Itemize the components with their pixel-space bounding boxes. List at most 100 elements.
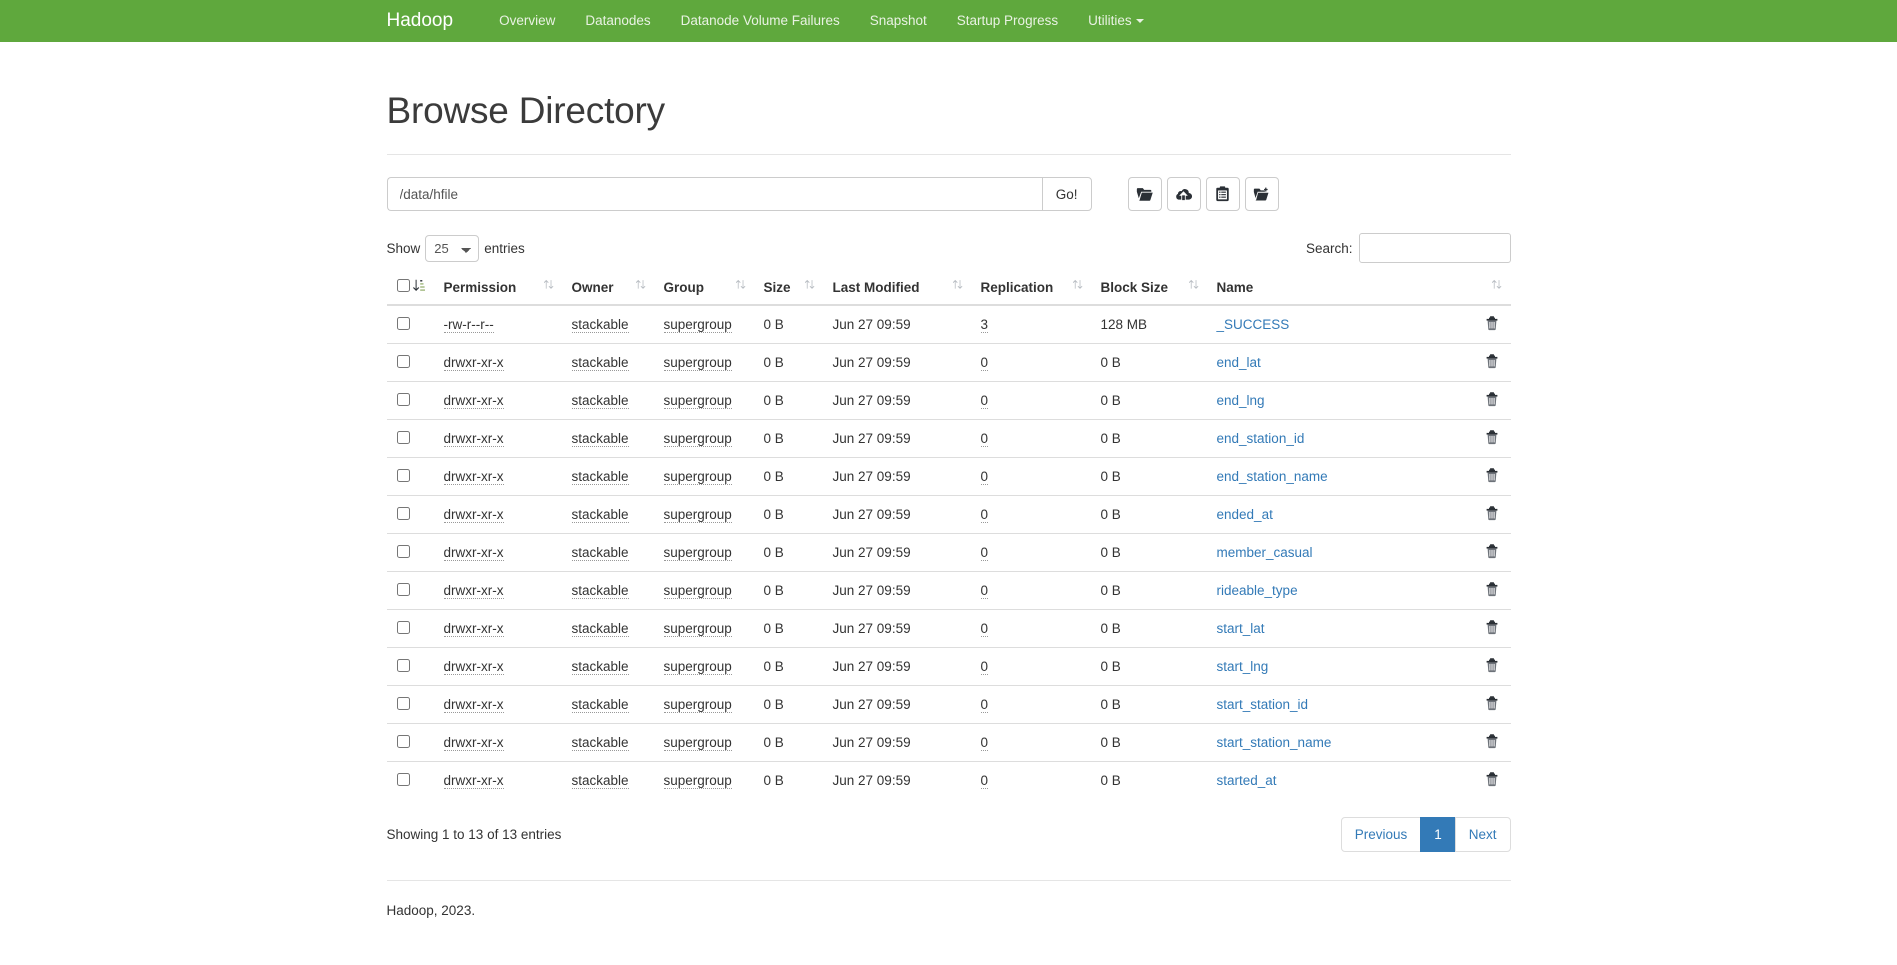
replication-value[interactable]: 0	[981, 431, 989, 447]
nav-item-startup-progress[interactable]: Startup Progress	[942, 0, 1073, 42]
replication-value[interactable]: 0	[981, 583, 989, 599]
permission-value[interactable]: drwxr-xr-x	[444, 431, 504, 447]
group-value[interactable]: supergroup	[664, 393, 732, 409]
column-header-block-size[interactable]: Block Size	[1092, 271, 1208, 305]
delete-row-button[interactable]	[1485, 771, 1499, 790]
replication-value[interactable]: 0	[981, 355, 989, 371]
replication-value[interactable]: 0	[981, 735, 989, 751]
replication-value[interactable]: 0	[981, 697, 989, 713]
owner-value[interactable]: stackable	[572, 545, 629, 561]
row-select-checkbox[interactable]	[397, 507, 410, 520]
delete-row-button[interactable]	[1485, 657, 1499, 676]
nav-item-datanodes[interactable]: Datanodes	[570, 0, 665, 42]
column-header-owner[interactable]: Owner	[563, 271, 655, 305]
file-name-link[interactable]: start_lng	[1217, 659, 1269, 674]
page-length-select[interactable]: 102550100	[425, 235, 479, 262]
pagination-next-button[interactable]: Next	[1455, 817, 1511, 852]
column-header-size[interactable]: Size	[755, 271, 824, 305]
group-value[interactable]: supergroup	[664, 545, 732, 561]
permission-value[interactable]: drwxr-xr-x	[444, 773, 504, 789]
row-select-checkbox[interactable]	[397, 621, 410, 634]
column-header-permission[interactable]: Permission	[435, 271, 563, 305]
file-name-link[interactable]: end_station_name	[1217, 469, 1328, 484]
row-select-checkbox[interactable]	[397, 697, 410, 710]
owner-value[interactable]: stackable	[572, 735, 629, 751]
group-value[interactable]: supergroup	[664, 355, 732, 371]
column-header-sort-all[interactable]	[413, 271, 435, 305]
file-name-link[interactable]: end_lng	[1217, 393, 1265, 408]
pagination-previous-button[interactable]: Previous	[1341, 817, 1422, 852]
create-directory-button[interactable]	[1128, 177, 1162, 211]
group-value[interactable]: supergroup	[664, 773, 732, 789]
delete-row-button[interactable]	[1485, 391, 1499, 410]
file-name-link[interactable]: rideable_type	[1217, 583, 1298, 598]
replication-value[interactable]: 0	[981, 545, 989, 561]
owner-value[interactable]: stackable	[572, 355, 629, 371]
permission-value[interactable]: drwxr-xr-x	[444, 393, 504, 409]
delete-row-button[interactable]	[1485, 619, 1499, 638]
group-value[interactable]: supergroup	[664, 697, 732, 713]
file-name-link[interactable]: end_station_id	[1217, 431, 1305, 446]
row-select-checkbox[interactable]	[397, 317, 410, 330]
upload-files-button[interactable]	[1167, 177, 1201, 211]
paste-button[interactable]	[1245, 177, 1279, 211]
permission-value[interactable]: drwxr-xr-x	[444, 545, 504, 561]
file-name-link[interactable]: start_station_name	[1217, 735, 1332, 750]
replication-value[interactable]: 0	[981, 773, 989, 789]
owner-value[interactable]: stackable	[572, 507, 629, 523]
file-name-link[interactable]: start_station_id	[1217, 697, 1309, 712]
permission-value[interactable]: drwxr-xr-x	[444, 621, 504, 637]
replication-value[interactable]: 0	[981, 393, 989, 409]
group-value[interactable]: supergroup	[664, 431, 732, 447]
delete-row-button[interactable]	[1485, 315, 1499, 334]
group-value[interactable]: supergroup	[664, 469, 732, 485]
owner-value[interactable]: stackable	[572, 583, 629, 599]
delete-row-button[interactable]	[1485, 429, 1499, 448]
permission-value[interactable]: drwxr-xr-x	[444, 659, 504, 675]
row-select-checkbox[interactable]	[397, 431, 410, 444]
select-all-checkbox[interactable]	[397, 279, 410, 292]
column-header-name[interactable]: Name	[1208, 271, 1511, 305]
cut-button[interactable]	[1206, 177, 1240, 211]
pagination-page-1-button[interactable]: 1	[1420, 817, 1456, 852]
permission-value[interactable]: drwxr-xr-x	[444, 697, 504, 713]
replication-value[interactable]: 0	[981, 659, 989, 675]
permission-value[interactable]: drwxr-xr-x	[444, 469, 504, 485]
delete-row-button[interactable]	[1485, 543, 1499, 562]
owner-value[interactable]: stackable	[572, 317, 629, 333]
delete-row-button[interactable]	[1485, 695, 1499, 714]
replication-value[interactable]: 3	[981, 317, 989, 333]
delete-row-button[interactable]	[1485, 581, 1499, 600]
owner-value[interactable]: stackable	[572, 773, 629, 789]
permission-value[interactable]: -rw-r--r--	[444, 317, 494, 333]
nav-item-snapshot[interactable]: Snapshot	[855, 0, 942, 42]
owner-value[interactable]: stackable	[572, 697, 629, 713]
group-value[interactable]: supergroup	[664, 735, 732, 751]
file-name-link[interactable]: member_casual	[1217, 545, 1313, 560]
row-select-checkbox[interactable]	[397, 355, 410, 368]
owner-value[interactable]: stackable	[572, 393, 629, 409]
replication-value[interactable]: 0	[981, 469, 989, 485]
group-value[interactable]: supergroup	[664, 583, 732, 599]
column-header-select-all[interactable]	[387, 271, 413, 305]
go-button[interactable]: Go!	[1042, 177, 1092, 211]
replication-value[interactable]: 0	[981, 507, 989, 523]
group-value[interactable]: supergroup	[664, 659, 732, 675]
nav-item-overview[interactable]: Overview	[484, 0, 570, 42]
group-value[interactable]: supergroup	[664, 317, 732, 333]
column-header-replication[interactable]: Replication	[972, 271, 1092, 305]
column-header-group[interactable]: Group	[655, 271, 755, 305]
nav-item-utilities[interactable]: Utilities	[1073, 0, 1159, 42]
permission-value[interactable]: drwxr-xr-x	[444, 583, 504, 599]
owner-value[interactable]: stackable	[572, 431, 629, 447]
group-value[interactable]: supergroup	[664, 621, 732, 637]
row-select-checkbox[interactable]	[397, 773, 410, 786]
directory-path-input[interactable]	[387, 177, 1042, 211]
row-select-checkbox[interactable]	[397, 659, 410, 672]
row-select-checkbox[interactable]	[397, 393, 410, 406]
delete-row-button[interactable]	[1485, 505, 1499, 524]
nav-item-datanode-volume-failures[interactable]: Datanode Volume Failures	[666, 0, 855, 42]
permission-value[interactable]: drwxr-xr-x	[444, 355, 504, 371]
owner-value[interactable]: stackable	[572, 621, 629, 637]
replication-value[interactable]: 0	[981, 621, 989, 637]
